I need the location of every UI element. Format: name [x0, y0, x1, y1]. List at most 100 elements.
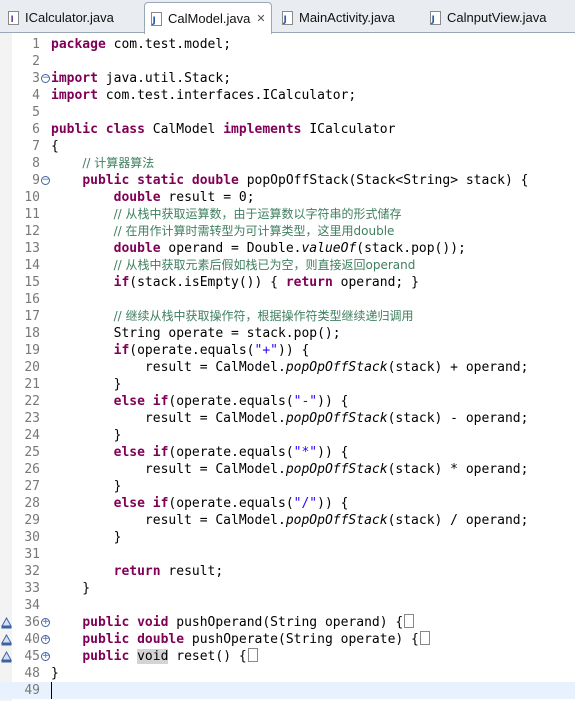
- text-cursor: [51, 682, 52, 699]
- code-line[interactable]: 6 public class CalModel implements ICalcu…: [0, 121, 575, 138]
- code-token: )) {: [317, 394, 349, 409]
- code-editor[interactable]: 1 package com.test.model; 2 3− import java.u…: [0, 33, 575, 701]
- code-token: ICalculator: [309, 122, 396, 137]
- keyword: if: [113, 275, 130, 290]
- tab-label: MainActivity.java: [299, 10, 395, 25]
- code-line[interactable]: 40 + public double pushOperate(String ope…: [0, 631, 575, 648]
- folded-code-icon[interactable]: [404, 614, 415, 628]
- code-token: (stack.isEmpty()) {: [129, 275, 286, 290]
- code-line[interactable]: 2: [0, 53, 575, 70]
- code-line[interactable]: 8 // 计算器算法: [0, 155, 575, 172]
- code-line[interactable]: 34: [0, 597, 575, 614]
- code-text: result = CalModel.popOpOffStack(stack) -…: [51, 410, 529, 427]
- collapse-fold-icon[interactable]: −: [41, 74, 50, 83]
- code-line[interactable]: 25 else if(operate.equals("*")) {: [0, 444, 575, 461]
- code-line[interactable]: 22 else if(operate.equals("-")) {: [0, 393, 575, 410]
- code-line[interactable]: 12 // 在用作计算时需转型为可计算类型，这里用double: [0, 223, 575, 240]
- code-line[interactable]: 16: [0, 291, 575, 308]
- code-line[interactable]: 10 double result = 0;: [0, 189, 575, 206]
- line-number: 13: [24, 241, 40, 256]
- tab-calnputview[interactable]: J CalnputView.java: [424, 3, 574, 32]
- comment: // 计算器算法: [82, 156, 155, 170]
- code-line[interactable]: 45 + public void reset() {: [0, 648, 575, 665]
- keyword: double: [137, 632, 185, 647]
- interface-file-icon: I: [8, 10, 20, 25]
- comment: // 从栈中获取元素后假如栈已为空，则直接返回operand: [113, 258, 416, 272]
- code-text: }: [51, 478, 122, 495]
- string-literal: "/": [293, 496, 318, 511]
- folded-code-icon[interactable]: [419, 631, 430, 645]
- code-line[interactable]: 3− import java.util.Stack;: [0, 70, 575, 87]
- code-line[interactable]: 26 result = CalModel.popOpOffStack(stack…: [0, 461, 575, 478]
- expand-fold-icon[interactable]: +: [41, 635, 50, 644]
- code-line[interactable]: 49: [0, 682, 575, 699]
- code-line[interactable]: 24 }: [0, 427, 575, 444]
- string-literal: "-": [293, 394, 318, 409]
- code-text: import java.util.Stack;: [51, 70, 231, 87]
- code-line[interactable]: 21 }: [0, 376, 575, 393]
- code-token: )) {: [317, 496, 349, 511]
- code-line[interactable]: 1 package com.test.model;: [0, 36, 575, 53]
- code-token: pushOperate(String operate) {: [191, 632, 419, 647]
- tab-calmodel[interactable]: J CalModel.java ✕: [144, 2, 272, 34]
- line-number: 24: [24, 428, 40, 443]
- code-line[interactable]: 5: [0, 104, 575, 121]
- code-line[interactable]: 13 double operand = Double.valueOf(stack…: [0, 240, 575, 257]
- code-line[interactable]: 33 }: [0, 580, 575, 597]
- folded-code-icon[interactable]: [247, 648, 258, 662]
- java-file-icon: J: [151, 11, 163, 26]
- svg-text:J: J: [431, 15, 435, 25]
- tab-icalculator[interactable]: I ICalculator.java: [2, 3, 142, 32]
- close-tab-icon[interactable]: ✕: [256, 12, 265, 25]
- code-line[interactable]: 30 }: [0, 529, 575, 546]
- code-token: }: [51, 530, 122, 545]
- code-line[interactable]: 9− public static double popOpOffStack(St…: [0, 172, 575, 189]
- line-number: 14: [24, 258, 40, 273]
- code-line[interactable]: 23 result = CalModel.popOpOffStack(stack…: [0, 410, 575, 427]
- expand-fold-icon[interactable]: +: [41, 618, 50, 627]
- code-line[interactable]: 48}: [0, 665, 575, 682]
- collapse-fold-icon[interactable]: −: [41, 176, 50, 185]
- static-method-ref: valueOf: [301, 241, 357, 256]
- code-line[interactable]: 11 // 从栈中获取运算数，由于运算数以字符串的形式储存: [0, 206, 575, 223]
- code-line[interactable]: 31: [0, 546, 575, 563]
- code-line[interactable]: 19 if(operate.equals("+")) {: [0, 342, 575, 359]
- line-number: 15: [24, 275, 40, 290]
- code-token: pushOperand(String operand) {: [176, 615, 404, 630]
- line-number: 27: [24, 479, 40, 494]
- string-literal: "+": [254, 343, 278, 358]
- static-method-ref: popOpOffStack: [285, 513, 388, 528]
- static-method-ref: popOpOffStack: [285, 360, 388, 375]
- tab-mainactivity[interactable]: J MainActivity.java: [276, 3, 416, 32]
- code-line[interactable]: 7{: [0, 138, 575, 155]
- line-number: 10: [24, 190, 40, 205]
- code-token: }: [51, 479, 122, 494]
- expand-fold-icon[interactable]: +: [41, 652, 50, 661]
- keyword: class: [105, 122, 145, 137]
- code-token: CalModel: [152, 122, 216, 137]
- keyword: implements: [223, 122, 302, 137]
- code-token: (stack) / operand;: [387, 513, 529, 528]
- code-text: double result = 0;: [51, 189, 255, 206]
- code-line[interactable]: 4 import com.test.interfaces.ICalculator;: [0, 87, 575, 104]
- code-line[interactable]: 20 result = CalModel.popOpOffStack(stack…: [0, 359, 575, 376]
- code-line[interactable]: 29 result = CalModel.popOpOffStack(stack…: [0, 512, 575, 529]
- code-line[interactable]: 14 // 从栈中获取元素后假如栈已为空，则直接返回operand: [0, 257, 575, 274]
- code-line[interactable]: 28 else if(operate.equals("/")) {: [0, 495, 575, 512]
- java-file-icon: J: [282, 10, 294, 25]
- code-line[interactable]: 27 }: [0, 478, 575, 495]
- code-line[interactable]: 17 // 继续从栈中获取操作符，根据操作符类型继续递归调用: [0, 308, 575, 325]
- marked-occurrence: void: [137, 649, 169, 664]
- code-line[interactable]: 32 return result;: [0, 563, 575, 580]
- code-line[interactable]: 36 + public void pushOperand(String opera…: [0, 614, 575, 631]
- code-line[interactable]: 15 if(stack.isEmpty()) { return operand;…: [0, 274, 575, 291]
- code-line[interactable]: 18 String operate = stack.pop();: [0, 325, 575, 342]
- line-number: 22: [24, 394, 40, 409]
- line-number: 3: [32, 71, 40, 86]
